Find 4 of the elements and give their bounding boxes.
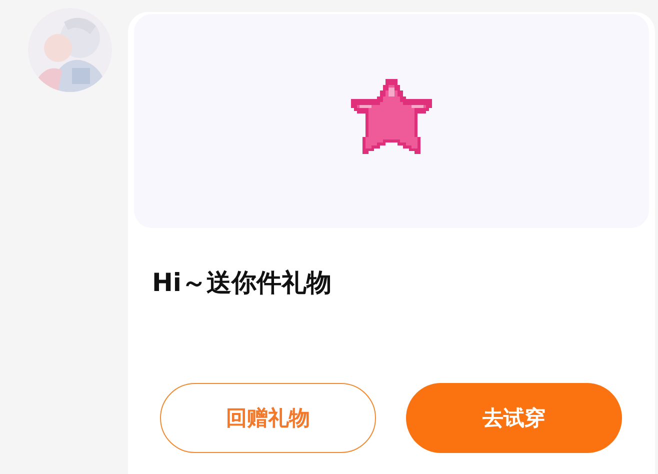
action-button[interactable]: 去试穿: [406, 383, 622, 453]
message-text: Hi～送你件礼物: [152, 267, 332, 299]
action-button[interactable]: 回赠礼物: [160, 383, 376, 453]
star-icon: [348, 79, 435, 157]
